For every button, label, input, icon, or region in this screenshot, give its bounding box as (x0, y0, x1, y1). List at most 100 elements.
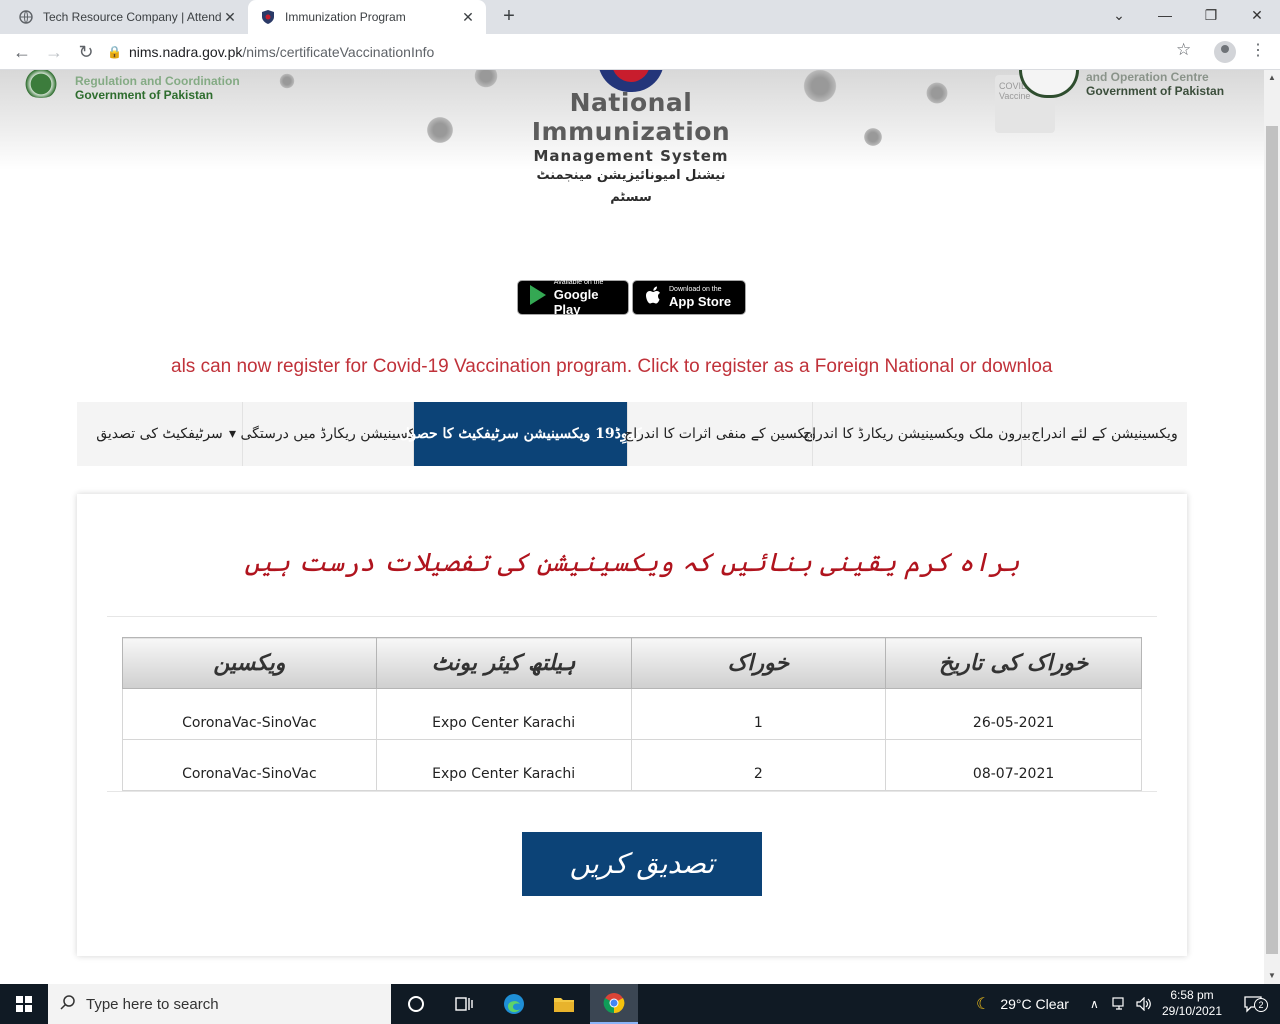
google-play-big: Google Play (553, 286, 599, 317)
apple-icon (641, 286, 665, 310)
app-store-badge[interactable]: Download on the App Store (632, 280, 746, 315)
google-play-icon (526, 285, 550, 310)
table-row: CoronaVac-SinoVac Expo Center Karachi 2 … (122, 739, 1142, 791)
col-vaccine: ویکسین (122, 637, 377, 689)
cell-unit: Expo Center Karachi (375, 688, 632, 740)
announcement-marquee[interactable]: als can now register for Covid-19 Vaccin… (171, 356, 1093, 380)
notification-count-badge: 2 (1254, 998, 1268, 1012)
nims-logo[interactable]: National Immunization Management System … (520, 88, 742, 209)
scroll-down-arrow-icon[interactable]: ▼ (1264, 968, 1280, 984)
col-dose: خوراک (630, 637, 887, 689)
logo-line1: National (569, 88, 693, 117)
start-button[interactable] (0, 984, 48, 1024)
cell-dose: 1 (630, 688, 887, 740)
task-view-icon[interactable] (440, 984, 488, 1024)
network-icon[interactable] (1112, 984, 1128, 1024)
close-window-button[interactable]: ✕ (1234, 0, 1280, 30)
profile-avatar[interactable] (1214, 41, 1236, 63)
tab-search-chevron-icon[interactable]: ⌄ (1096, 0, 1142, 30)
shield-icon (260, 9, 276, 25)
cell-unit: Expo Center Karachi (375, 739, 632, 791)
app-store-small: Download on the (669, 286, 722, 293)
windows-taskbar: Type here to search ☾ 29°C Clear ∧ 6:58 … (0, 984, 1280, 1024)
vaccination-details-card: براہ کرم یقینی بنائیں کہ ویکسینیشن کی تف… (77, 494, 1187, 956)
nav-covid-certificate[interactable]: کووِڈ19 ویکسینیشن سرٹیفکیٹ کا حصول (399, 402, 642, 466)
show-hidden-icons-chevron-icon[interactable]: ∧ (1090, 984, 1099, 1024)
file-explorer-icon[interactable] (540, 984, 588, 1024)
table-header-row: ویکسین ہیلتھ کیئر یونٹ خوراک خوراک کی تا… (122, 637, 1142, 689)
virus-decoration-icon (278, 72, 296, 90)
nav-adverse-effects[interactable]: ویکسین کے منفی اثرات کا اندراج (624, 402, 816, 466)
scroll-up-arrow-icon[interactable]: ▲ (1264, 70, 1280, 86)
weather-text: 29°C Clear (1000, 996, 1069, 1012)
cell-vaccine: CoronaVac-SinoVac (122, 739, 377, 791)
address-bar[interactable]: 🔒 nims.nadra.gov.pk /nims/certificateVac… (107, 39, 1205, 65)
clock-date: 29/10/2021 (1161, 1004, 1223, 1018)
browser-tab-strip: Tech Resource Company | Attend ✕ Immuniz… (0, 0, 1280, 34)
cortana-icon[interactable] (392, 984, 440, 1024)
bookmark-star-icon[interactable]: ☆ (1176, 40, 1191, 60)
logo-urdu: نیشنل امیونائیزیشن مینجمنٹ سسٹم (536, 168, 726, 205)
search-placeholder: Type here to search (86, 995, 219, 1013)
browser-tab-immunization[interactable]: Immunization Program ✕ (248, 0, 486, 34)
search-icon (60, 994, 76, 1015)
lock-icon[interactable]: 🔒 (107, 45, 122, 59)
virus-decoration-icon (924, 80, 950, 106)
virus-decoration-icon (862, 126, 884, 148)
moon-icon: ☾ (976, 996, 991, 1013)
forward-arrow-icon[interactable]: → (42, 40, 66, 64)
nav-certificate-verification[interactable]: سرٹیفکیٹ کی تصدیق (77, 402, 242, 466)
tab-title: Immunization Program (285, 10, 406, 24)
nav-record-correction-dropdown[interactable]: ویکسینیشن ریکارڈ میں درستگی ▾ (229, 402, 427, 466)
virus-decoration-icon (424, 114, 456, 146)
back-arrow-icon[interactable]: ← (10, 40, 34, 64)
volume-icon[interactable] (1136, 984, 1152, 1024)
url-domain: nims.nadra.gov.pk (129, 44, 243, 60)
pakistan-emblem-icon (20, 70, 62, 98)
card-heading: براہ کرم یقینی بنائیں کہ ویکسینیشن کی تف… (244, 548, 1020, 578)
taskbar-search[interactable]: Type here to search (48, 984, 391, 1024)
right-org-name: and Operation Centre Government of Pakis… (1086, 70, 1224, 98)
page-scrollbar[interactable]: ▲ ▼ (1264, 70, 1280, 984)
cell-date: 26-05-2021 (885, 688, 1142, 740)
app-store-big: App Store (669, 294, 732, 309)
left-org-name: Regulation and Coordination Government o… (75, 74, 240, 102)
left-org-line1: Regulation and Coordination (75, 74, 240, 88)
nav-vaccination-registration[interactable]: ویکسینیشن کے لئے اندراج (1021, 402, 1187, 466)
notification-center-icon[interactable]: 2 (1238, 984, 1268, 1024)
scroll-thumb[interactable] (1266, 126, 1278, 954)
virus-decoration-icon (472, 70, 500, 90)
col-dose-date: خوراک کی تاریخ (885, 637, 1142, 689)
browser-toolbar: ← → ↻ 🔒 nims.nadra.gov.pk /nims/certific… (0, 34, 1280, 70)
divider (107, 616, 1157, 617)
chrome-icon[interactable] (590, 984, 638, 1024)
menu-kebab-icon[interactable]: ⋮ (1250, 40, 1266, 60)
globe-icon (18, 9, 34, 25)
reload-icon[interactable]: ↻ (74, 40, 98, 64)
close-icon[interactable]: ✕ (460, 9, 476, 26)
cell-date: 08-07-2021 (885, 739, 1142, 791)
verify-button[interactable]: تصدیق کریں (522, 832, 762, 896)
col-healthcare-unit: ہیلتھ کیئر یونٹ (375, 637, 632, 689)
divider (107, 791, 1157, 792)
restore-button[interactable]: ❐ (1188, 0, 1234, 30)
table-row: CoronaVac-SinoVac Expo Center Karachi 1 … (122, 688, 1142, 740)
browser-tab-attendance[interactable]: Tech Resource Company | Attend ✕ (6, 0, 248, 34)
logo-line3: Management System (533, 147, 729, 165)
right-org-line2: Government of Pakistan (1086, 84, 1225, 98)
new-tab-button[interactable]: + (498, 4, 520, 28)
virus-decoration-icon (800, 70, 840, 106)
vaccination-table: ویکسین ہیلتھ کیئر یونٹ خوراک خوراک کی تا… (122, 637, 1142, 791)
system-clock[interactable]: 6:58 pm 29/10/2021 (1156, 987, 1228, 1019)
url-path: /nims/certificateVaccinationInfo (242, 44, 435, 60)
nav-abroad-vaccination-record[interactable]: بیرون ملک ویکسینیشن ریکارڈ کا اندراج (803, 402, 1031, 466)
google-play-badge[interactable]: Available on the Google Play (517, 279, 629, 317)
minimize-button[interactable]: — (1142, 0, 1188, 30)
close-icon[interactable]: ✕ (222, 9, 238, 26)
right-org-line1: and Operation Centre (1086, 70, 1209, 84)
weather-widget[interactable]: ☾ 29°C Clear (976, 984, 1069, 1024)
windows-logo-icon (16, 996, 32, 1012)
left-org-line2: Government of Pakistan (75, 88, 214, 102)
edge-icon[interactable] (490, 984, 538, 1024)
clock-time: 6:58 pm (1170, 988, 1214, 1002)
